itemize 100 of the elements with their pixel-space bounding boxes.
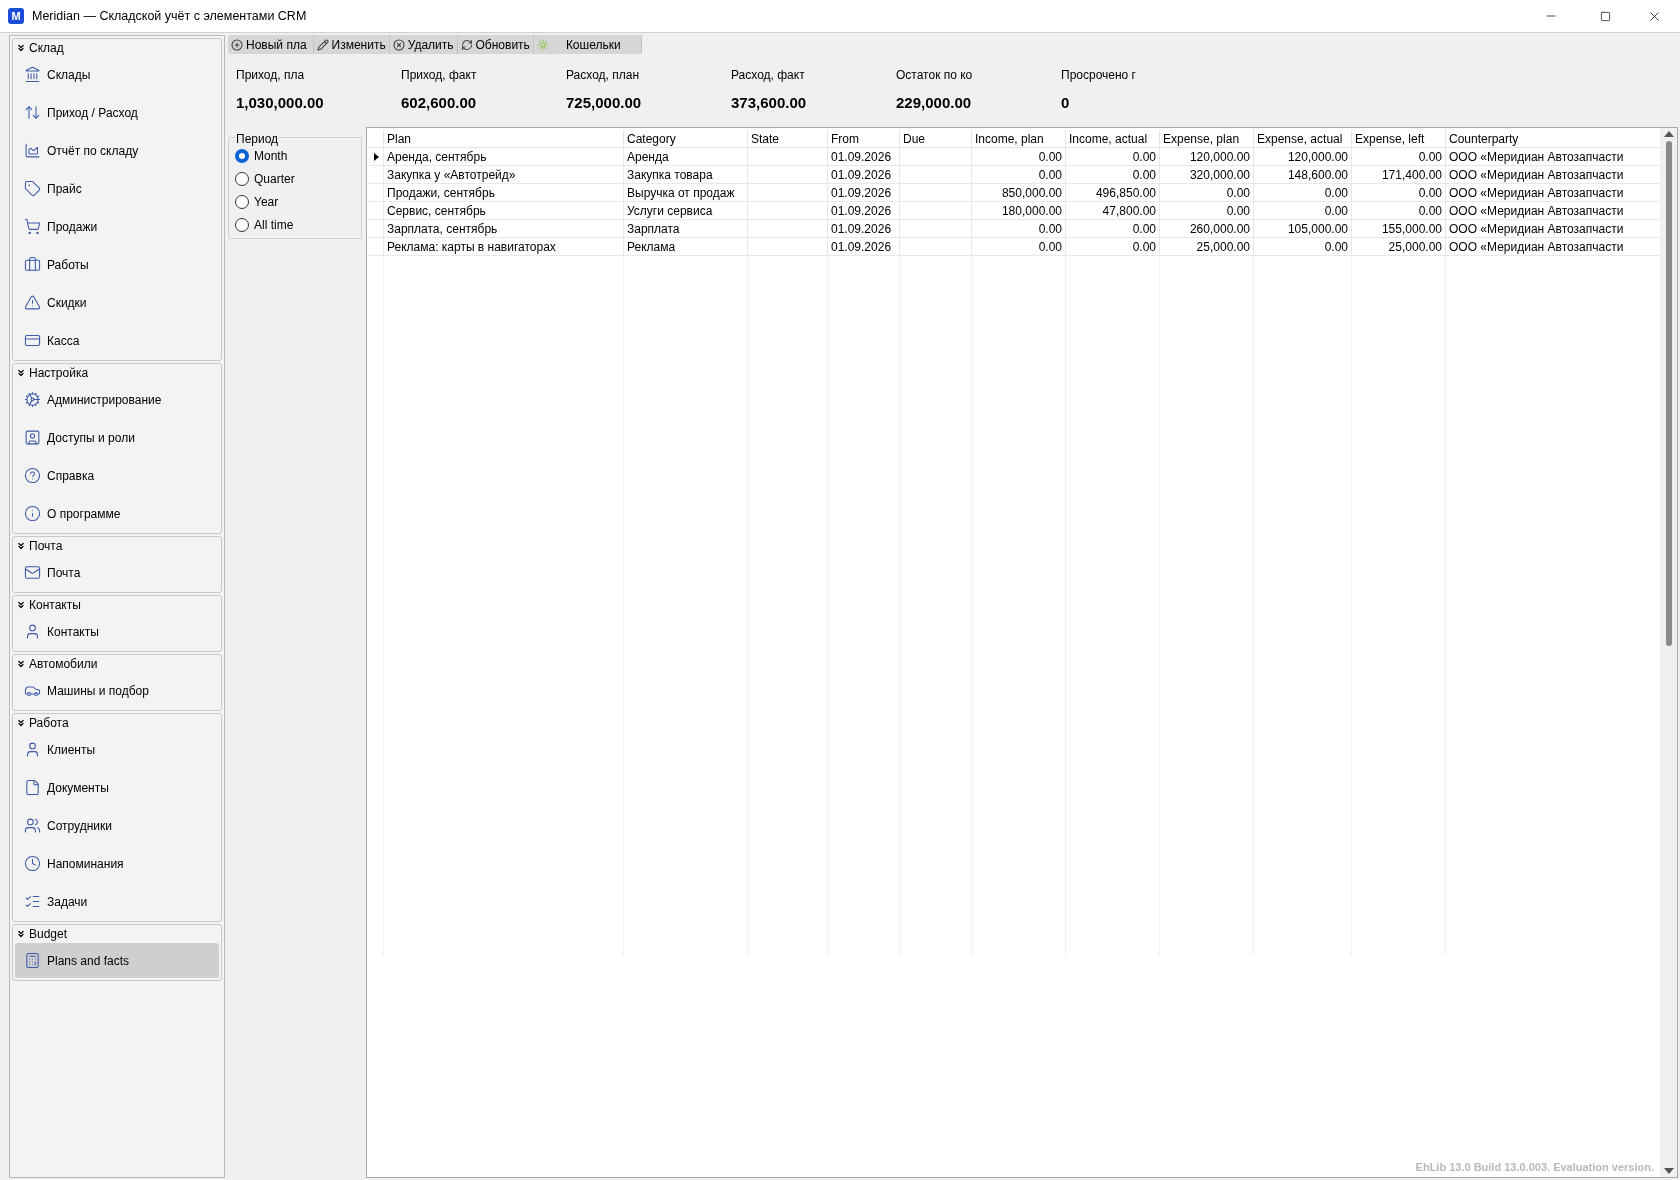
mail-icon (24, 564, 41, 581)
collapse-icon[interactable] (16, 43, 26, 53)
summary-value: 229,000.00 (896, 93, 973, 113)
collapse-icon[interactable] (16, 659, 26, 669)
column-header[interactable]: State (747, 130, 827, 148)
evaluation-note: EhLib 13.0 Build 13.0.003. Evaluation version. (1415, 1159, 1654, 1175)
table-cell: Закупка у «Автотрейд» (387, 166, 516, 183)
column-header[interactable]: From (827, 130, 899, 148)
column-header[interactable]: Due (899, 130, 971, 148)
sidebar-item[interactable]: Plans and facts (15, 943, 219, 978)
sidebar-item[interactable]: Администрирование (15, 382, 219, 417)
clock-icon (24, 855, 41, 872)
radio-button[interactable] (235, 172, 249, 186)
group-title[interactable]: Работа (29, 714, 69, 732)
table-cell: 01.09.2026 (831, 220, 892, 237)
collapse-icon[interactable] (16, 600, 26, 610)
sidebar-item[interactable]: Напоминания (15, 846, 219, 881)
sidebar-item[interactable]: Почта (15, 555, 219, 590)
sidebar-item[interactable]: Сотрудники (15, 808, 219, 843)
arrows-icon (24, 104, 41, 121)
table-cell: 0.00 (1324, 238, 1348, 255)
sun-icon (536, 38, 549, 51)
table-cell: 25,000.00 (1388, 238, 1442, 255)
column-header[interactable]: Income, actual (1065, 130, 1159, 148)
toolbar-button[interactable]: Удалить (389, 35, 458, 54)
table-row[interactable]: Реклама: карты в навигаторах Реклама 01.09.2026 0.00 0.00 25,000.00 0.00 25,000.00 ООО «Меридиан Автозапчасти (369, 238, 1660, 256)
collapse-icon[interactable] (16, 541, 26, 551)
radio-option[interactable]: All time (235, 216, 355, 234)
table-row[interactable]: Сервис, сентябрь Услуги сервиса 01.09.2026 180,000.00 47,800.00 0.00 0.00 0.00 ООО «Меридиан Автозапчасти (369, 202, 1660, 220)
summary-label: Расход, факт (731, 67, 806, 84)
table-cell: 0.00 (1132, 166, 1156, 183)
table-cell: 0.00 (1038, 166, 1062, 183)
column-header[interactable]: Expense, actual (1253, 130, 1351, 148)
table-cell: 01.09.2026 (831, 148, 892, 165)
sidebar-item[interactable]: Клиенты (15, 732, 219, 767)
sidebar-item[interactable]: Доступы и роли (15, 420, 219, 455)
sidebar-item[interactable]: Машины и подбор (15, 673, 219, 708)
table-cell: 0.00 (1324, 202, 1348, 219)
column-header[interactable]: Income, plan (971, 130, 1065, 148)
table-cell: 01.09.2026 (831, 202, 892, 219)
toolbar-button[interactable]: Кошельки (533, 35, 642, 54)
sidebar-item[interactable]: Документы (15, 770, 219, 805)
table-cell: 0.00 (1038, 238, 1062, 255)
group-title[interactable]: Контакты (29, 596, 81, 614)
sidebar-item[interactable]: Задачи (15, 884, 219, 919)
sidebar-item[interactable]: Отчёт по складу (15, 133, 219, 168)
sidebar-item[interactable]: Скидки (15, 285, 219, 320)
toolbar-button[interactable]: Изменить (313, 35, 390, 54)
table-cell: Сервис, сентябрь (387, 202, 486, 219)
sidebar-item[interactable]: Справка (15, 458, 219, 493)
table-cell: ООО «Меридиан Автозапчасти (1449, 166, 1624, 183)
sidebar-item[interactable]: Работы (15, 247, 219, 282)
sidebar-item[interactable]: Касса (15, 323, 219, 358)
group-title[interactable]: Budget (29, 925, 68, 943)
radio-option[interactable]: Year (235, 193, 355, 211)
sidebar-item[interactable]: О программе (15, 496, 219, 531)
sidebar-item[interactable]: Приход / Расход (15, 95, 219, 130)
table-cell: 0.00 (1418, 184, 1442, 201)
table-row[interactable]: Закупка у «Автотрейд» Закупка товара 01.09.2026 0.00 0.00 320,000.00 148,600.00 171,400.00 ООО «Меридиан Автозапчасти (369, 166, 1660, 184)
table-cell: ООО «Меридиан Автозапчасти (1449, 220, 1624, 237)
sidebar-item[interactable]: Контакты (15, 614, 219, 649)
table-cell: Зарплата (627, 220, 680, 237)
table-cell: 0.00 (1226, 184, 1250, 201)
summary-value: 1,030,000.00 (236, 93, 325, 113)
column-header[interactable]: Category (623, 130, 747, 148)
table-row[interactable]: Зарплата, сентябрь Зарплата 01.09.2026 0.00 0.00 260,000.00 105,000.00 155,000.00 ООО «Меридиан Автозапчасти (369, 220, 1660, 238)
table-row[interactable]: Продажи, сентябрь Выручка от продаж 01.09.2026 850,000.00 496,850.00 0.00 0.00 0.00 ООО «Меридиан Автозапчасти (369, 184, 1660, 202)
group-title[interactable]: Склад (29, 39, 64, 57)
group-title[interactable]: Почта (29, 537, 63, 555)
column-header[interactable]: Plan (383, 130, 623, 148)
scrollbar-thumb[interactable] (1665, 141, 1672, 646)
maximize-icon[interactable] (1600, 10, 1611, 22)
group-title[interactable]: Автомобили (29, 655, 98, 673)
radio-option[interactable]: Month (235, 147, 355, 165)
column-header[interactable]: Expense, plan (1159, 130, 1253, 148)
collapse-icon[interactable] (16, 929, 26, 939)
info-icon (24, 505, 41, 522)
collapse-icon[interactable] (16, 718, 26, 728)
vertical-scrollbar[interactable] (1660, 128, 1677, 1177)
add-icon (231, 38, 243, 51)
column-header[interactable]: Counterparty (1445, 130, 1647, 148)
group-title[interactable]: Настройка (29, 364, 89, 382)
table-cell: 148,600.00 (1287, 166, 1348, 183)
table-cell: ООО «Меридиан Автозапчасти (1449, 184, 1624, 201)
radio-option[interactable]: Quarter (235, 170, 355, 188)
radio-button[interactable] (235, 218, 249, 232)
summary-label: Приход, пла (236, 67, 306, 84)
collapse-icon[interactable] (16, 368, 26, 378)
toolbar-button[interactable]: Новый пла (228, 35, 314, 54)
sidebar-item[interactable]: Склады (15, 57, 219, 92)
table-row[interactable]: Аренда, сентябрь Аренда 01.09.2026 0.00 0.00 120,000.00 120,000.00 0.00 ООО «Меридиан Автозапчасти (369, 148, 1660, 166)
sidebar-item[interactable]: Продажи (15, 209, 219, 244)
table-cell: Услуги сервиса (627, 202, 713, 219)
table-cell: 0.00 (1418, 148, 1442, 165)
radio-button[interactable] (235, 195, 249, 209)
checklist-icon (24, 893, 41, 910)
column-header[interactable]: Expense, left (1351, 130, 1445, 148)
toolbar-button[interactable]: Обновить (457, 35, 534, 54)
radio-button[interactable] (235, 149, 249, 163)
sidebar-item[interactable]: Прайс (15, 171, 219, 206)
